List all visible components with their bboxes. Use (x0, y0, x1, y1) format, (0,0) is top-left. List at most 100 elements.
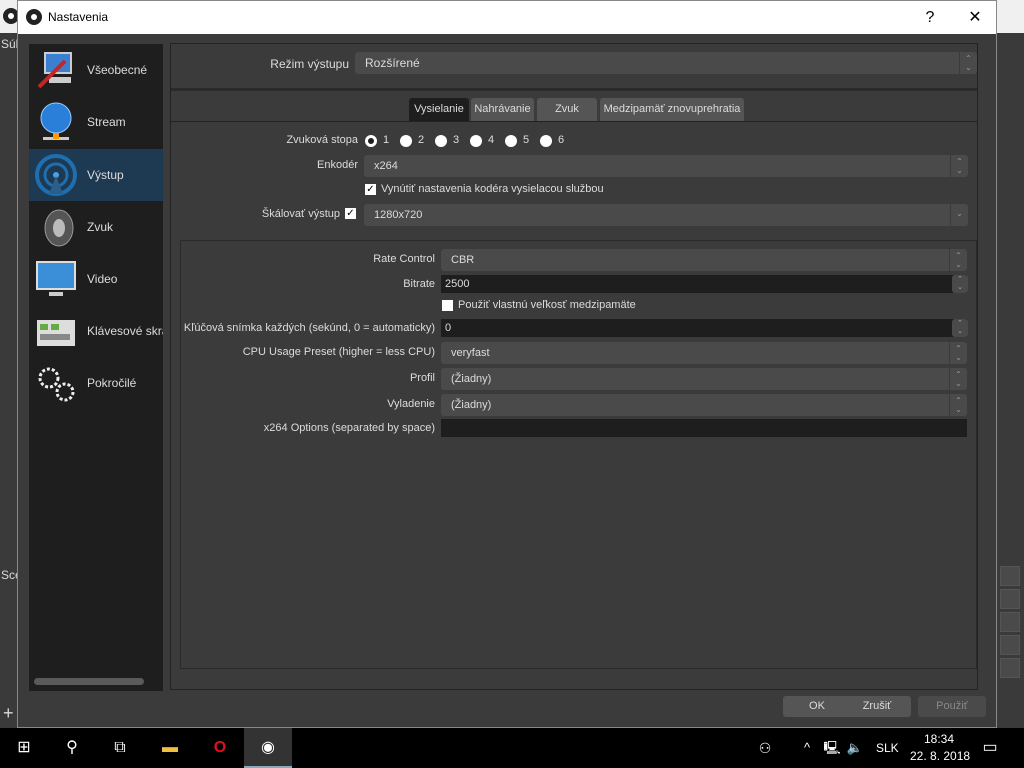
sidebar-item-audio[interactable]: Zvuk (29, 201, 163, 253)
sidebar-item-output[interactable]: Výstup (29, 149, 163, 201)
encoder-select[interactable]: x264 ⌃ ⌄ (364, 155, 968, 177)
audio-track-radio-3[interactable] (435, 135, 447, 147)
chevron-updown-icon: ⌃ ⌄ (949, 249, 967, 271)
opera-icon[interactable]: O (196, 728, 244, 768)
chevron-updown-icon: ⌃ ⌄ (950, 155, 968, 177)
chevron-down-icon: ⌄ (950, 204, 968, 226)
background-button[interactable] (1000, 589, 1020, 609)
chevron-updown-icon: ⌃ ⌄ (959, 52, 977, 74)
add-icon[interactable]: + (3, 703, 14, 724)
spin-arrows-icon[interactable]: ⌃ ⌄ (952, 319, 968, 337)
keyframe-spinbox[interactable]: 0 ⌃ ⌄ (441, 319, 968, 337)
profile-select[interactable]: (Žiadny) ⌃ ⌄ (441, 368, 967, 390)
sidebar-item-hotkeys[interactable]: Klávesové skratky (29, 305, 163, 357)
background-window-left: Súl Sce + (0, 33, 17, 728)
sidebar-item-video[interactable]: Video (29, 253, 163, 305)
tune-select[interactable]: (Žiadny) ⌃ ⌄ (441, 394, 967, 416)
apply-button[interactable]: Použiť (918, 696, 986, 717)
sidebar-item-label: Pokročilé (87, 376, 137, 390)
tune-label: Vyladenie (387, 398, 435, 410)
preset-select[interactable]: veryfast ⌃ ⌄ (441, 342, 967, 364)
audio-track-radio-6[interactable] (540, 135, 552, 147)
audio-track-label: Zvuková stopa (286, 134, 358, 146)
rate-control-value: CBR (451, 254, 475, 266)
dialog-titlebar: Nastavenia ? ✕ (18, 1, 996, 34)
taskbar: ⊞ ⚲ ⧉ ▬ O ◉ ⚇ ^ 🖳 🔈 SLK 18:34 22. 8. 201… (0, 728, 1024, 768)
rescale-checkbox[interactable]: ✓ (345, 208, 356, 219)
rescale-value: 1280x720 (374, 209, 423, 221)
enforce-settings-label: Vynútiť nastavenia kodéra vysielacou slu… (381, 183, 604, 195)
tab-replay-buffer[interactable]: Medzipamäť znovuprehratia (600, 98, 744, 121)
bitrate-spinbox[interactable]: 2500 ⌃ ⌄ (441, 275, 968, 293)
radio-label: 3 (453, 134, 460, 146)
custom-buffer-checkbox[interactable] (442, 300, 453, 311)
preset-label: CPU Usage Preset (higher = less CPU) (242, 346, 435, 358)
language-indicator[interactable]: SLK (876, 741, 899, 755)
tab-bar-line (171, 121, 977, 122)
monitor-icon (36, 261, 76, 296)
ok-button[interactable]: OK (783, 696, 851, 717)
enforce-settings-checkbox[interactable]: ✓ (365, 184, 376, 195)
obs-taskbar-icon[interactable]: ◉ (244, 728, 292, 768)
chevron-updown-icon: ⌃ ⌄ (949, 394, 967, 416)
sidebar-item-stream[interactable]: Stream (29, 96, 163, 148)
menu-fragment: Súl (1, 37, 17, 51)
keyframe-label: Kľúčová snímka každých (sekúnd, 0 = auto… (183, 322, 435, 334)
rescale-label: Škálovať výstup (261, 208, 340, 220)
tab-audio[interactable]: Zvuk (537, 98, 597, 121)
background-button[interactable] (1000, 635, 1020, 655)
gears-icon (38, 367, 75, 402)
profile-label: Profil (409, 372, 435, 384)
radio-label: 5 (523, 134, 530, 146)
network-icon[interactable]: 🖳 (820, 728, 844, 768)
sidebar-item-label: Všeobecné (87, 63, 148, 77)
encoder-value: x264 (374, 160, 398, 172)
task-view-icon[interactable]: ⧉ (96, 728, 144, 768)
output-mode-select[interactable]: Rozšírené ⌃ ⌄ (355, 52, 977, 74)
clock-time[interactable]: 18:34 (924, 732, 954, 746)
background-button[interactable] (1000, 658, 1020, 678)
people-icon[interactable]: ⚇ (750, 728, 780, 768)
x264-options-label: x264 Options (separated by space) (263, 422, 435, 434)
sidebar-scrollbar[interactable] (34, 678, 144, 685)
notifications-icon[interactable]: ▭ (968, 728, 1012, 768)
spin-arrows-icon[interactable]: ⌃ ⌄ (952, 275, 968, 293)
speaker-icon (44, 209, 74, 247)
background-button[interactable] (1000, 612, 1020, 632)
rescale-select[interactable]: 1280x720 ⌄ (364, 204, 968, 226)
chevron-updown-icon: ⌃ ⌄ (949, 368, 967, 390)
tab-streaming[interactable]: Vysielanie (409, 98, 469, 121)
windows-start-icon[interactable]: ⊞ (0, 728, 48, 768)
volume-icon[interactable]: 🔈 (843, 728, 867, 768)
settings-sidebar: Všeobecné Stream Výstup Zvuk Video Kláve… (29, 44, 163, 691)
sidebar-item-advanced[interactable]: Pokročilé (29, 357, 163, 409)
dialog-title: Nastavenia (48, 10, 109, 24)
sidebar-item-general[interactable]: Všeobecné (29, 44, 163, 96)
show-hidden-icons[interactable]: ^ (795, 728, 819, 768)
tune-value: (Žiadny) (451, 399, 492, 411)
audio-track-radio-2[interactable] (400, 135, 412, 147)
sidebar-item-label: Klávesové skratky (87, 324, 163, 338)
audio-track-radio-1[interactable] (365, 135, 377, 147)
globe-icon (40, 102, 72, 140)
background-button[interactable] (1000, 566, 1020, 586)
close-button[interactable]: ✕ (953, 1, 997, 34)
search-icon[interactable]: ⚲ (48, 728, 96, 768)
encoder-label: Enkodér (317, 159, 358, 171)
rate-control-select[interactable]: CBR ⌃ ⌄ (441, 249, 967, 271)
audio-track-radio-5[interactable] (505, 135, 517, 147)
rate-control-label: Rate Control (373, 253, 435, 265)
file-explorer-icon[interactable]: ▬ (146, 728, 194, 768)
clock-date[interactable]: 22. 8. 2018 (910, 749, 970, 763)
x264-options-input[interactable] (441, 419, 967, 437)
general-icon (37, 52, 72, 89)
audio-track-radio-4[interactable] (470, 135, 482, 147)
obs-logo-icon (26, 9, 42, 25)
bitrate-value: 2500 (445, 278, 470, 290)
tab-recording[interactable]: Nahrávanie (471, 98, 534, 121)
cancel-button[interactable]: Zrušiť (843, 696, 911, 717)
bitrate-label: Bitrate (403, 278, 435, 290)
radio-label: 1 (383, 134, 390, 146)
help-button[interactable]: ? (908, 1, 952, 34)
profile-value: (Žiadny) (451, 373, 492, 385)
